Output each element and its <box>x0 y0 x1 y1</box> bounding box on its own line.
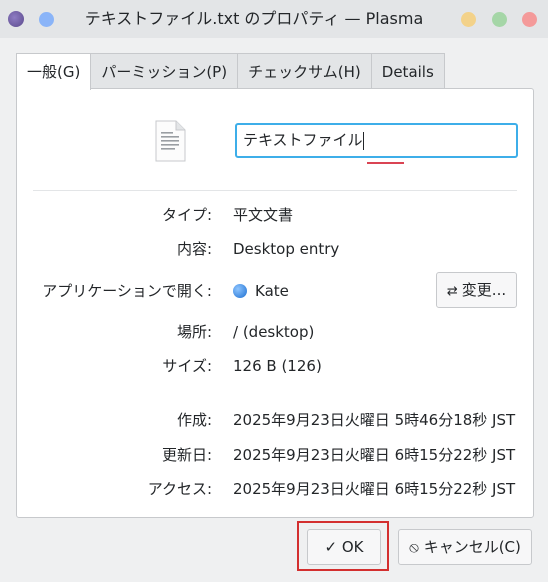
prop-value: / (desktop) <box>233 323 315 341</box>
titlebar: テキストファイル.txt のプロパティ — Plasma <box>0 0 548 38</box>
tab-general[interactable]: 一般(G) <box>16 53 92 90</box>
filename-text: テキストファイル <box>243 131 363 149</box>
change-app-button[interactable]: ⇄ 変更... <box>436 272 517 308</box>
keep-above-icon[interactable] <box>39 12 54 27</box>
prop-label: サイズ: <box>162 357 212 375</box>
prop-row-type: タイプ: 平文文書 <box>17 204 535 226</box>
swap-icon: ⇄ <box>446 284 458 299</box>
prop-value: 2025年9月23日火曜日 5時46分18秒 JST <box>233 411 516 429</box>
prop-value: 126 B (126) <box>233 357 322 375</box>
kate-icon <box>233 284 247 298</box>
prop-value: 2025年9月23日火曜日 6時15分22秒 JST <box>233 480 516 498</box>
prop-value: 2025年9月23日火曜日 6時15分22秒 JST <box>233 446 516 464</box>
prop-value: Desktop entry <box>233 240 340 258</box>
spellcheck-underline <box>367 162 404 164</box>
tab-permissions[interactable]: パーミッション(P) <box>90 53 239 89</box>
cancel-button[interactable]: ⦸ キャンセル(C) <box>398 529 532 565</box>
prop-row-size: サイズ: 126 B (126) <box>17 355 535 377</box>
app-menu-icon[interactable] <box>8 11 24 27</box>
separator <box>33 190 517 191</box>
general-panel: テキストファイル タイプ: 平文文書 内容: Desktop entry アプリ… <box>16 88 534 518</box>
tab-checksums[interactable]: チェックサム(H) <box>237 53 372 89</box>
cancel-icon: ⦸ <box>409 538 419 556</box>
cancel-label: キャンセル(C) <box>423 538 521 556</box>
prop-row-modified: 更新日: 2025年9月23日火曜日 6時15分22秒 JST <box>17 444 535 466</box>
check-icon: ✓ <box>324 538 338 556</box>
filename-input[interactable]: テキストファイル <box>235 123 518 158</box>
prop-row-accessed: アクセス: 2025年9月23日火曜日 6時15分22秒 JST <box>17 478 535 500</box>
app-name: Kate <box>255 282 289 300</box>
window-title: テキストファイル.txt のプロパティ — Plasma <box>84 9 424 28</box>
prop-row-created: 作成: 2025年9月23日火曜日 5時46分18秒 JST <box>17 409 535 431</box>
change-button-label: 変更... <box>461 281 507 299</box>
prop-value: 平文文書 <box>233 206 294 224</box>
minimize-button[interactable] <box>461 12 476 27</box>
maximize-button[interactable] <box>492 12 507 27</box>
prop-row-content: 内容: Desktop entry <box>17 238 535 260</box>
close-button[interactable] <box>522 12 537 27</box>
prop-row-location: 場所: / (desktop) <box>17 321 535 343</box>
text-caret <box>362 131 364 150</box>
text-file-icon <box>155 120 186 162</box>
prop-label: アクセス: <box>147 480 212 498</box>
ok-label: OK <box>341 538 364 556</box>
prop-label: タイプ: <box>161 206 212 224</box>
tab-details[interactable]: Details <box>370 53 445 89</box>
prop-value-app: Kate <box>233 280 289 302</box>
prop-label: 作成: <box>176 411 212 429</box>
properties-dialog: テキストファイル.txt のプロパティ — Plasma 一般(G) パーミッシ… <box>0 0 548 582</box>
prop-label: アプリケーションで開く: <box>42 282 212 300</box>
prop-label: 場所: <box>176 323 212 341</box>
tab-bar: 一般(G) パーミッション(P) チェックサム(H) Details <box>16 53 445 90</box>
ok-button[interactable]: ✓ OK <box>307 529 381 565</box>
prop-label: 更新日: <box>161 446 212 464</box>
prop-label: 内容: <box>176 240 212 258</box>
